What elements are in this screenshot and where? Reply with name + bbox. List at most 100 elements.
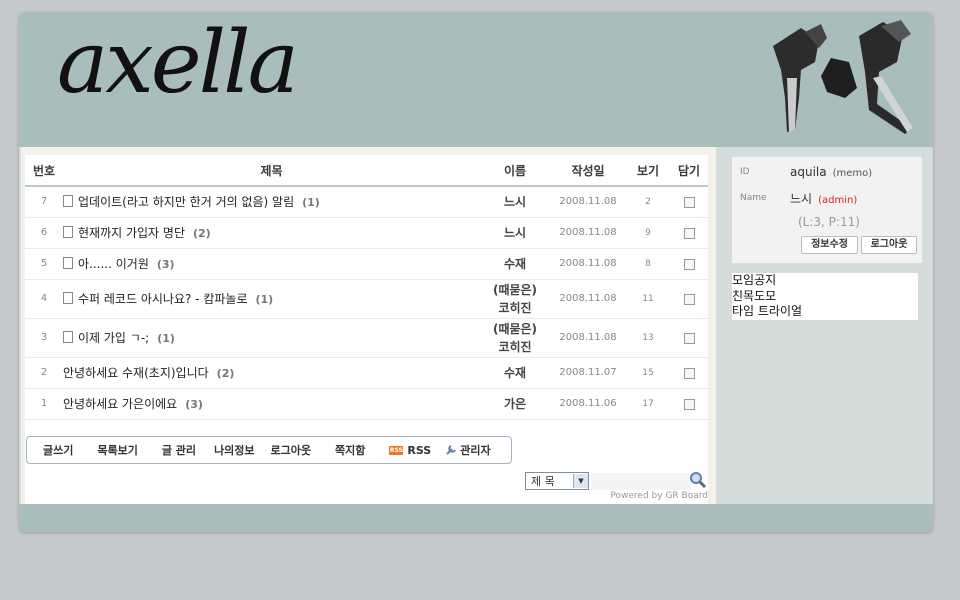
post-date: 2008.11.07 bbox=[550, 357, 626, 389]
list-button[interactable]: 목록보기 bbox=[97, 442, 137, 458]
pick-checkbox[interactable] bbox=[683, 367, 695, 379]
board-area: 번호 제목 이름 작성일 보기 담기 7 업데이트(라고 하지만 한거 거의 없… bbox=[21, 147, 716, 504]
memo-link[interactable]: (memo) bbox=[833, 168, 873, 179]
powered-by-text[interactable]: Powered by GR Board bbox=[610, 491, 708, 501]
write-button[interactable]: 글쓰기 bbox=[43, 442, 73, 458]
search-field-select[interactable]: 제 목 ▼ bbox=[525, 472, 589, 490]
footer-bar bbox=[19, 504, 933, 532]
table-row: 1 안녕하세요 가은이에요 (3) 가은 2008.11.06 17 bbox=[25, 388, 708, 420]
post-title-link[interactable]: 이제 가입 ㄱ-; bbox=[78, 331, 149, 345]
post-number: 2 bbox=[25, 357, 63, 389]
logout-link[interactable]: 로그아웃 bbox=[271, 442, 311, 458]
table-row: 7 업데이트(라고 하지만 한거 거의 없음) 알림 (1) 느시 2008.11… bbox=[25, 186, 708, 218]
author-name[interactable]: 수재 bbox=[480, 248, 550, 280]
post-title-link[interactable]: 수퍼 레코드 아시나요? - 캄파놀로 bbox=[78, 292, 247, 306]
comment-count: (3) bbox=[156, 258, 175, 271]
rss-button[interactable]: RSS RSS bbox=[389, 444, 431, 457]
author-name[interactable]: (때묻은) 코히진 bbox=[480, 318, 550, 358]
search-input[interactable] bbox=[591, 473, 691, 490]
pick-cell bbox=[670, 279, 708, 319]
logout-button[interactable]: 로그아웃 bbox=[861, 236, 917, 254]
pick-checkbox[interactable] bbox=[683, 227, 695, 239]
post-title-cell: 이제 가입 ㄱ-; (1) bbox=[63, 318, 480, 358]
comment-count: (2) bbox=[193, 227, 211, 240]
search-icon[interactable] bbox=[689, 471, 707, 489]
pick-checkbox[interactable] bbox=[683, 332, 695, 344]
table-row: 4 수퍼 레코드 아시나요? - 캄파놀로 (1) (때묻은) 코히진 2008.1… bbox=[25, 279, 708, 319]
post-number: 4 bbox=[25, 279, 63, 319]
pick-checkbox[interactable] bbox=[683, 196, 695, 208]
author-name[interactable]: 느시 bbox=[480, 186, 550, 218]
author-name[interactable]: 수재 bbox=[480, 357, 550, 389]
link-social[interactable]: 친목도모 bbox=[732, 289, 918, 305]
post-number: 5 bbox=[25, 248, 63, 280]
post-title-cell: 업데이트(라고 하지만 한거 거의 없음) 알림 (1) bbox=[63, 186, 480, 218]
author-name-line1: 수재 bbox=[503, 256, 527, 271]
link-notice[interactable]: 모임공지 bbox=[732, 273, 918, 289]
view-count: 13 bbox=[626, 318, 670, 358]
post-title-cell: 안녕하세요 수재(초지)입니다 (2) bbox=[63, 357, 480, 389]
admin-link[interactable]: (admin) bbox=[818, 195, 857, 206]
post-number: 6 bbox=[25, 217, 63, 249]
post-table: 번호 제목 이름 작성일 보기 담기 7 업데이트(라고 하지만 한거 거의 없… bbox=[25, 155, 708, 420]
author-name-line1: 수재 bbox=[503, 365, 527, 380]
post-rows: 7 업데이트(라고 하지만 한거 거의 없음) 알림 (1) 느시 2008.11… bbox=[25, 186, 708, 420]
pick-cell bbox=[670, 357, 708, 389]
post-title-link[interactable]: 안녕하세요 가은이에요 bbox=[63, 397, 177, 411]
pick-checkbox[interactable] bbox=[683, 258, 695, 270]
col-views-header: 보기 bbox=[626, 155, 670, 187]
pick-cell bbox=[670, 248, 708, 280]
table-header-row: 번호 제목 이름 작성일 보기 담기 bbox=[25, 155, 708, 187]
site-logo[interactable]: axella bbox=[57, 20, 299, 106]
post-date: 2008.11.06 bbox=[550, 388, 626, 420]
post-title-cell: 아...... 이거원 (3) bbox=[63, 248, 480, 280]
post-date: 2008.11.08 bbox=[550, 248, 626, 280]
view-count: 2 bbox=[626, 186, 670, 218]
author-name[interactable]: (때묻은) 코히진 bbox=[480, 279, 550, 319]
category-links: 모임공지 친목도모 타임 트라이얼 bbox=[732, 273, 918, 320]
memo-box-button[interactable]: 쪽지함 bbox=[335, 442, 365, 458]
comment-count: (1) bbox=[255, 293, 274, 306]
my-info-button[interactable]: 나의정보 bbox=[214, 442, 254, 458]
table-row: 3 이제 가입 ㄱ-; (1) (때묻은) 코히진 2008.11.08 13 bbox=[25, 318, 708, 358]
link-time-trial[interactable]: 타임 트라이얼 bbox=[732, 304, 918, 320]
col-pick-header: 담기 bbox=[670, 155, 708, 187]
post-title-link[interactable]: 아...... 이거원 bbox=[78, 257, 149, 271]
author-name-line1: (때묻은) bbox=[492, 282, 538, 297]
author-name-line2: 코히진 bbox=[498, 300, 532, 315]
post-date: 2008.11.08 bbox=[550, 186, 626, 218]
admin-button[interactable]: 관리자 bbox=[445, 442, 491, 458]
comment-count: (1) bbox=[302, 196, 320, 210]
document-icon bbox=[63, 331, 73, 343]
table-row: 5 아...... 이거원 (3) 수재 2008.11.08 8 bbox=[25, 248, 708, 280]
post-title-link[interactable]: 업데이트(라고 하지만 한거 거의 없음) 알림 bbox=[78, 195, 294, 209]
col-name-header: 이름 bbox=[480, 155, 550, 187]
view-count: 9 bbox=[626, 217, 670, 249]
id-label: ID bbox=[740, 167, 750, 177]
rss-label: RSS bbox=[407, 443, 432, 457]
pick-checkbox[interactable] bbox=[683, 293, 695, 305]
document-icon bbox=[63, 292, 73, 304]
document-icon bbox=[63, 195, 73, 208]
col-date-header: 작성일 bbox=[550, 155, 626, 187]
col-title-header: 제목 bbox=[63, 155, 480, 187]
pick-checkbox[interactable] bbox=[683, 398, 695, 410]
post-title-link[interactable]: 현재까지 가입자 명단 bbox=[78, 226, 185, 240]
author-name-line1: 느시 bbox=[503, 225, 527, 240]
view-count: 11 bbox=[626, 279, 670, 319]
post-number: 7 bbox=[25, 186, 63, 218]
author-name[interactable]: 가은 bbox=[480, 388, 550, 420]
pick-cell bbox=[670, 388, 708, 420]
edit-info-button[interactable]: 정보수정 bbox=[801, 236, 858, 254]
view-count: 8 bbox=[626, 248, 670, 280]
table-row: 6 현재까지 가입자 명단 (2) 느시 2008.11.08 9 bbox=[25, 217, 708, 249]
manage-posts-button[interactable]: 글 관리 bbox=[162, 442, 196, 458]
post-title-link[interactable]: 안녕하세요 수재(초지)입니다 bbox=[63, 366, 209, 380]
author-name[interactable]: 느시 bbox=[480, 217, 550, 249]
view-count: 15 bbox=[626, 357, 670, 389]
post-number: 1 bbox=[25, 388, 63, 420]
chevron-down-icon: ▼ bbox=[573, 474, 588, 488]
search-field-value: 제 목 bbox=[531, 475, 555, 488]
page-frame: axella 번호 제목 이름 작성일 보기 담기 7 업데이트(라고 하지만 … bbox=[19, 12, 933, 532]
id-row: aquila (memo) bbox=[790, 165, 872, 179]
